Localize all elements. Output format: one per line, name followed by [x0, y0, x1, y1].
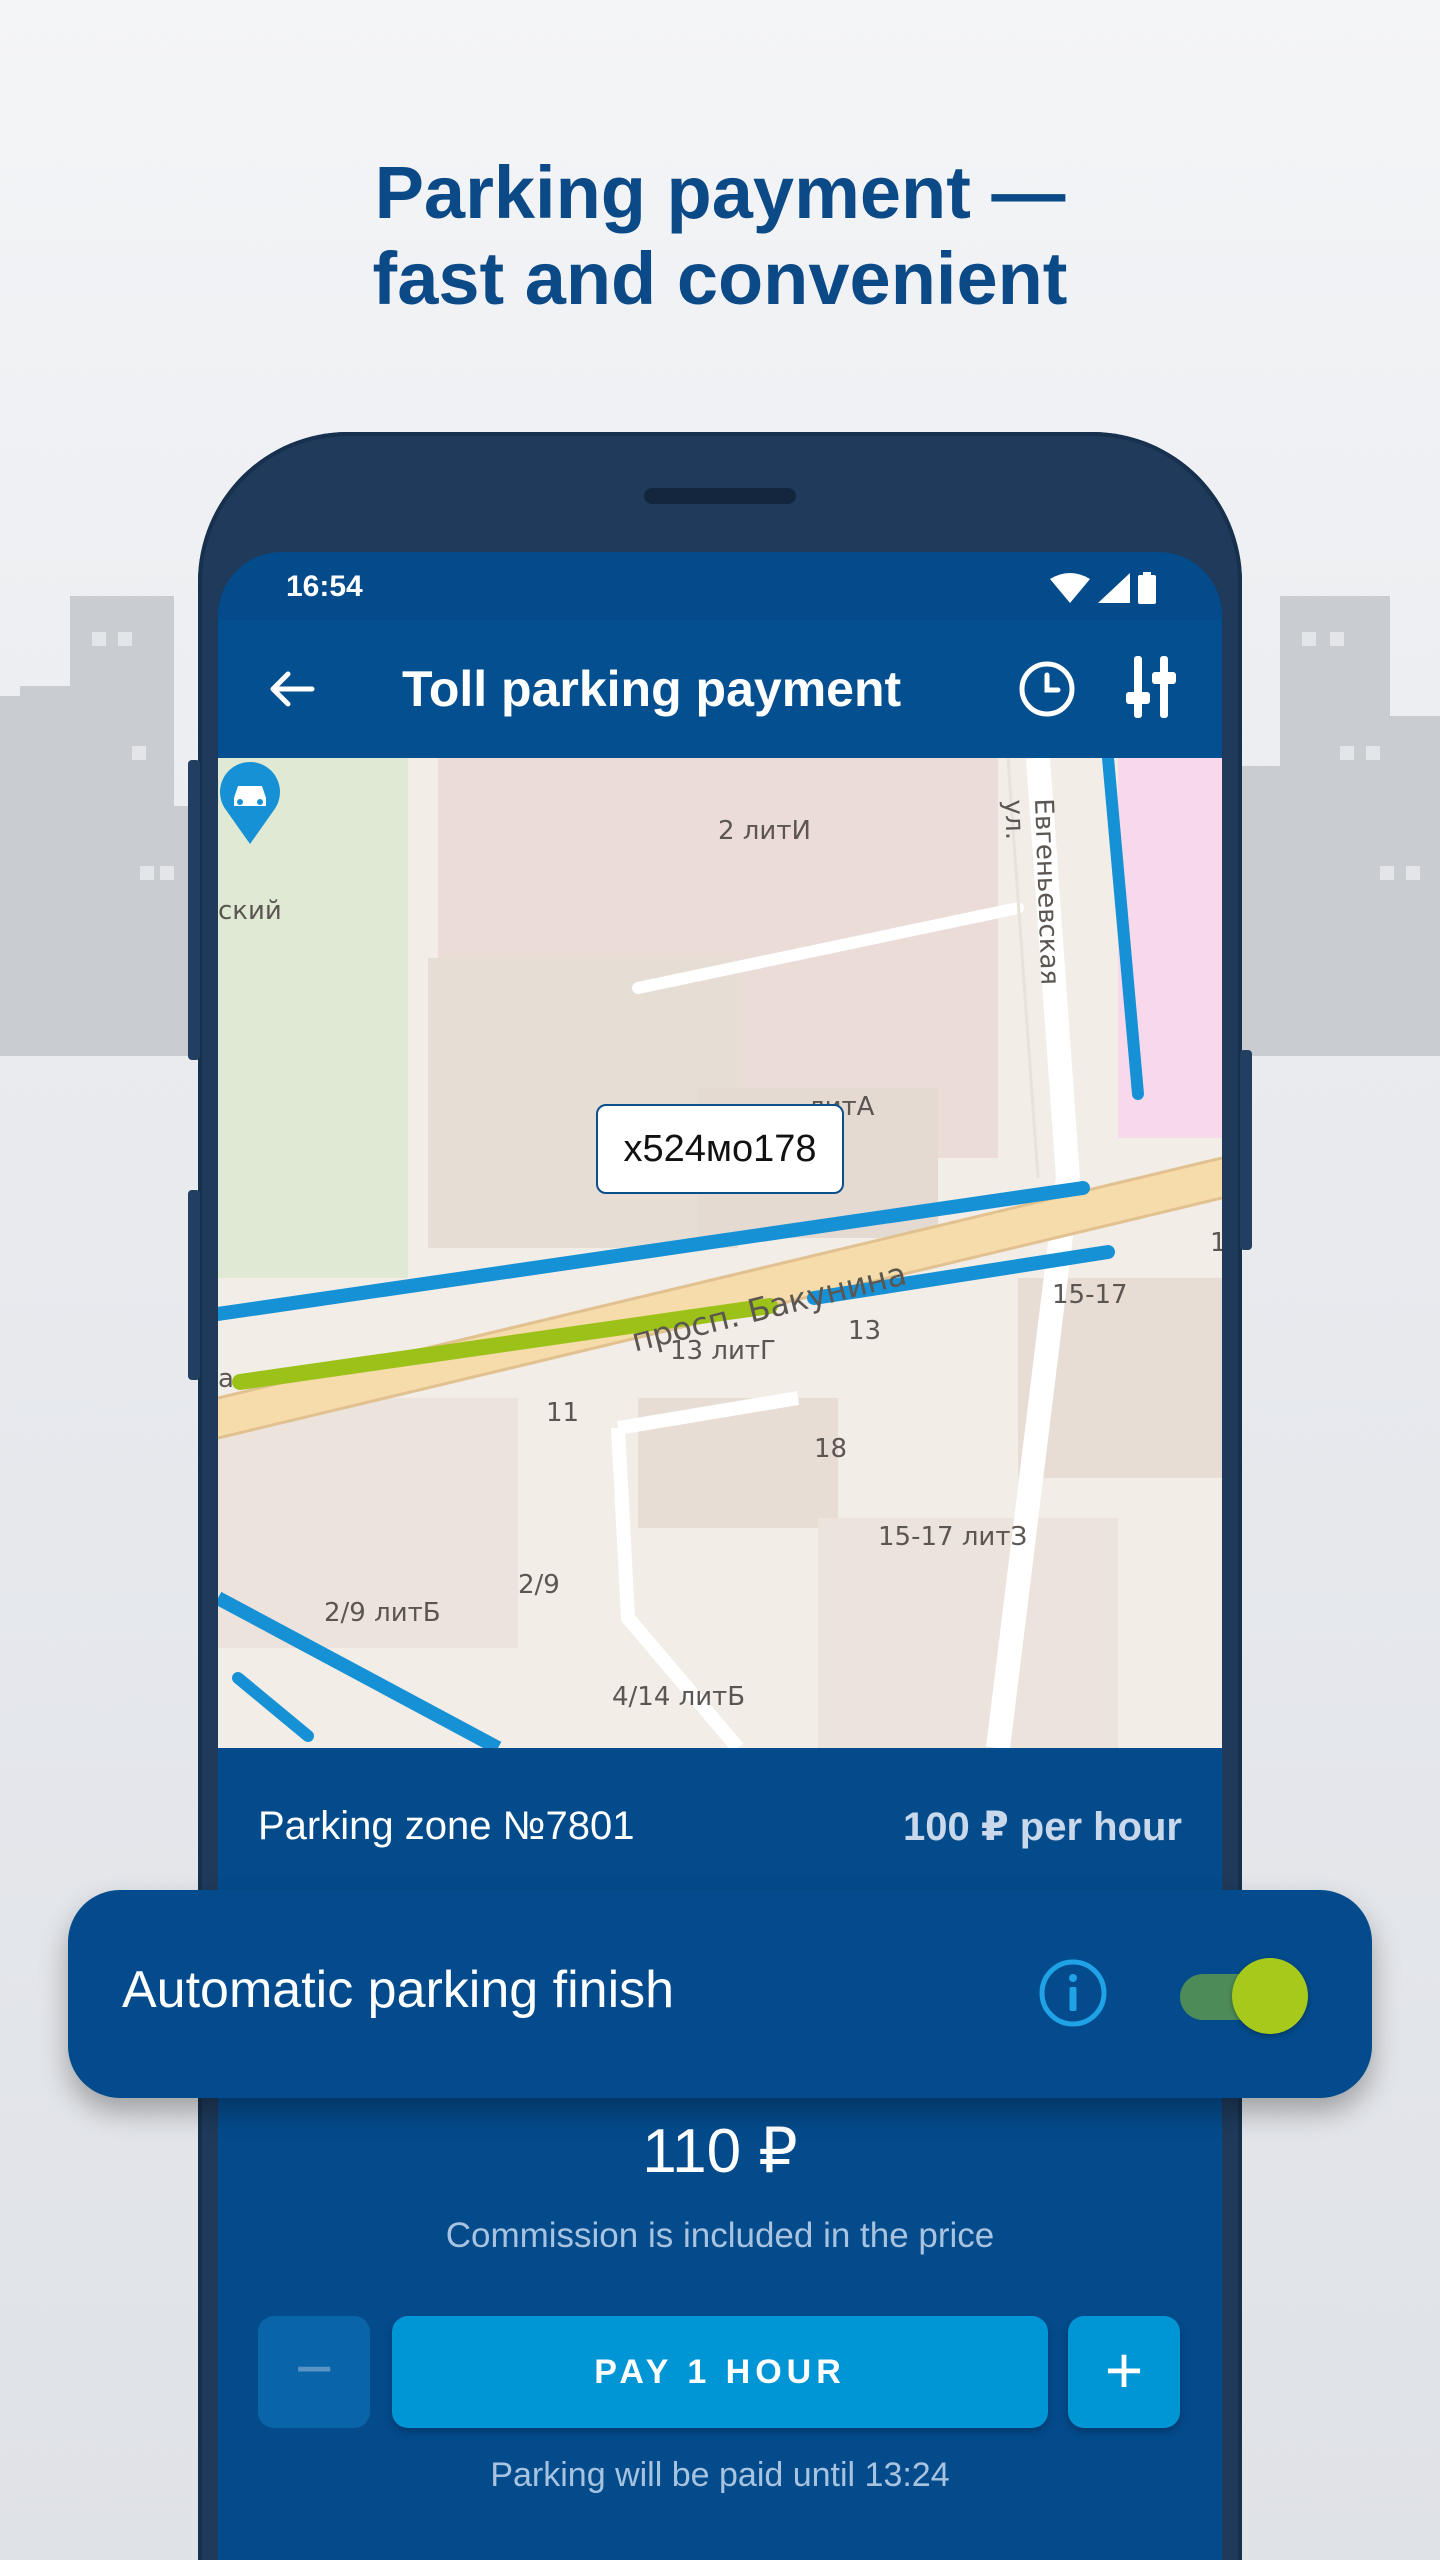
phone-side-button [1240, 1050, 1252, 1250]
map-building [428, 958, 738, 1248]
pay-button[interactable]: PAY 1 HOUR [392, 2316, 1048, 2428]
info-icon[interactable] [1038, 1958, 1108, 2028]
map-label: Евгеньевская ул. [998, 798, 1065, 986]
map-label: 13 [848, 1316, 882, 1346]
increase-hours-button[interactable]: + [1068, 2316, 1180, 2428]
map-label: 2 литИ [718, 816, 811, 846]
paid-until-note: Parking will be paid until 13:24 [490, 2456, 950, 2494]
map-label: 2/9 [518, 1570, 560, 1600]
phone-side-button [188, 1190, 200, 1380]
signal-icon [1098, 573, 1130, 603]
map-label: а [218, 1364, 234, 1394]
wifi-icon [1050, 573, 1090, 603]
parking-map[interactable]: 2 литИ ский Евгеньевская ул. литА просп.… [218, 758, 1222, 1748]
headline: Parking payment — fast and convenient [0, 150, 1440, 322]
decrease-hours-button[interactable]: − [258, 2316, 370, 2428]
parking-zone-name: Parking zone №7801 [258, 1804, 635, 1848]
status-time: 16:54 [286, 570, 363, 603]
price-amount: 110 ₽ [642, 2117, 798, 2186]
headline-line-2: fast and convenient [372, 237, 1068, 320]
back-arrow-icon[interactable] [264, 662, 318, 716]
map-label: ский [218, 896, 282, 926]
map-label: 15-17 литЗ [878, 1522, 1028, 1552]
map-label: 15-17 [1052, 1280, 1128, 1310]
map-label: 11 [546, 1398, 580, 1428]
city-silhouette-right [1240, 596, 1440, 1056]
car-pin-icon[interactable] [218, 758, 282, 844]
auto-finish-label: Automatic parking finish [122, 1961, 675, 2019]
map-label: 18 [814, 1434, 848, 1464]
city-silhouette-left [0, 596, 200, 1056]
map-building [818, 1518, 1118, 1748]
auto-finish-toggle[interactable] [1180, 1958, 1310, 2034]
page-title: Toll parking payment [402, 661, 902, 717]
auto-finish-card: Automatic parking finish [68, 1890, 1372, 2098]
phone-speaker [644, 488, 796, 504]
map-label: 2/9 литБ [324, 1598, 441, 1628]
toggle-knob [1232, 1958, 1308, 2034]
commission-note: Commission is included in the price [445, 2216, 995, 2255]
status-bar: 16:54 [218, 552, 1222, 620]
license-plate-label[interactable]: х524мо178 [596, 1104, 844, 1194]
parking-zone-rate: 100 ₽ per hour [902, 1805, 1182, 1849]
phone-side-button [188, 760, 200, 1060]
headline-line-1: Parking payment — [374, 151, 1066, 234]
battery-icon [1138, 572, 1156, 604]
map-label: 4/14 литБ [612, 1682, 746, 1712]
app-bar: Toll parking payment [218, 620, 1222, 758]
parking-zone-row: Parking zone №7801 100 ₽ per hour [218, 1748, 1222, 1900]
filter-sliders-icon[interactable] [1126, 656, 1176, 718]
map-label: 1 [1210, 1228, 1222, 1258]
map-label: 13 литГ [670, 1336, 776, 1366]
phone-screen: 16:54 Toll parking payment 2 литИ ский Е… [218, 552, 1222, 2560]
history-clock-icon[interactable] [1018, 660, 1076, 718]
